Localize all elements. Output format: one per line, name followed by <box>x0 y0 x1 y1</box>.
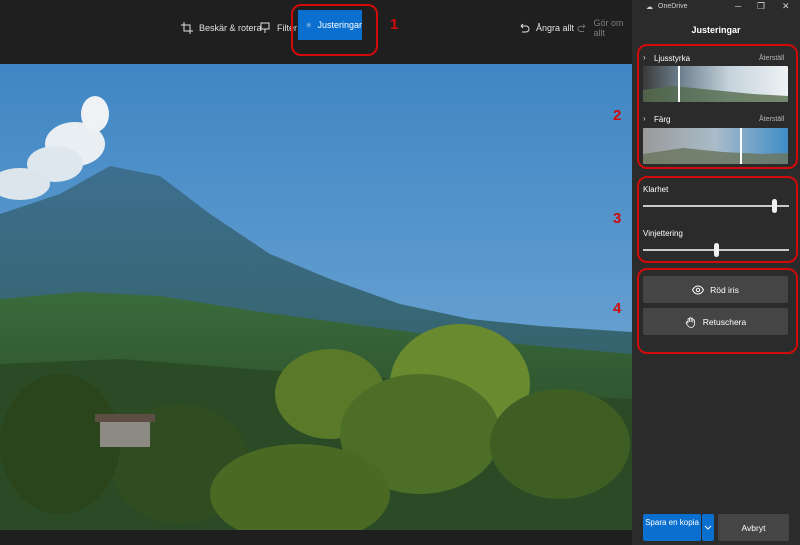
undo-all-button[interactable]: Ångra allt <box>518 14 574 42</box>
close-icon[interactable]: ✕ <box>782 1 790 12</box>
photo-canvas[interactable] <box>0 64 632 530</box>
landscape-photo <box>0 64 632 530</box>
chevron-down-icon <box>704 525 712 530</box>
undo-icon <box>520 23 530 33</box>
callout-sliders <box>637 176 798 263</box>
redo-all-label: Gör om allt <box>593 18 624 38</box>
save-copy-button[interactable]: Spara en kopia <box>643 514 701 541</box>
filter-icon <box>260 22 270 33</box>
panel-title: Justeringar <box>691 25 741 35</box>
callout-light-color <box>637 44 798 169</box>
redo-icon <box>577 24 586 32</box>
crop-rotate-label: Beskär & rotera <box>199 23 262 33</box>
undo-all-label: Ångra allt <box>536 23 575 33</box>
photo-bottom-strip <box>0 530 632 545</box>
callout-number: 3 <box>613 210 622 227</box>
callout-buttons <box>637 268 798 354</box>
minimize-icon[interactable]: ─ <box>735 1 741 11</box>
window-titlebar: ☁ OneDrive ─ ❐ ✕ <box>632 0 800 14</box>
cloud-icon: ☁ <box>646 4 653 11</box>
app-name: OneDrive <box>658 3 688 10</box>
restore-icon[interactable]: ❐ <box>757 1 765 12</box>
callout-number: 1 <box>390 16 399 33</box>
save-options-dropdown[interactable] <box>702 514 714 541</box>
callout-number: 4 <box>613 300 622 317</box>
cancel-button[interactable]: Avbryt <box>718 514 789 541</box>
callout-number: 2 <box>613 107 622 124</box>
crop-icon <box>181 22 193 34</box>
redo-all-button[interactable]: Gör om allt <box>577 14 632 42</box>
crop-rotate-button[interactable]: Beskär & rotera <box>181 14 262 42</box>
callout-toolbar <box>291 4 378 56</box>
